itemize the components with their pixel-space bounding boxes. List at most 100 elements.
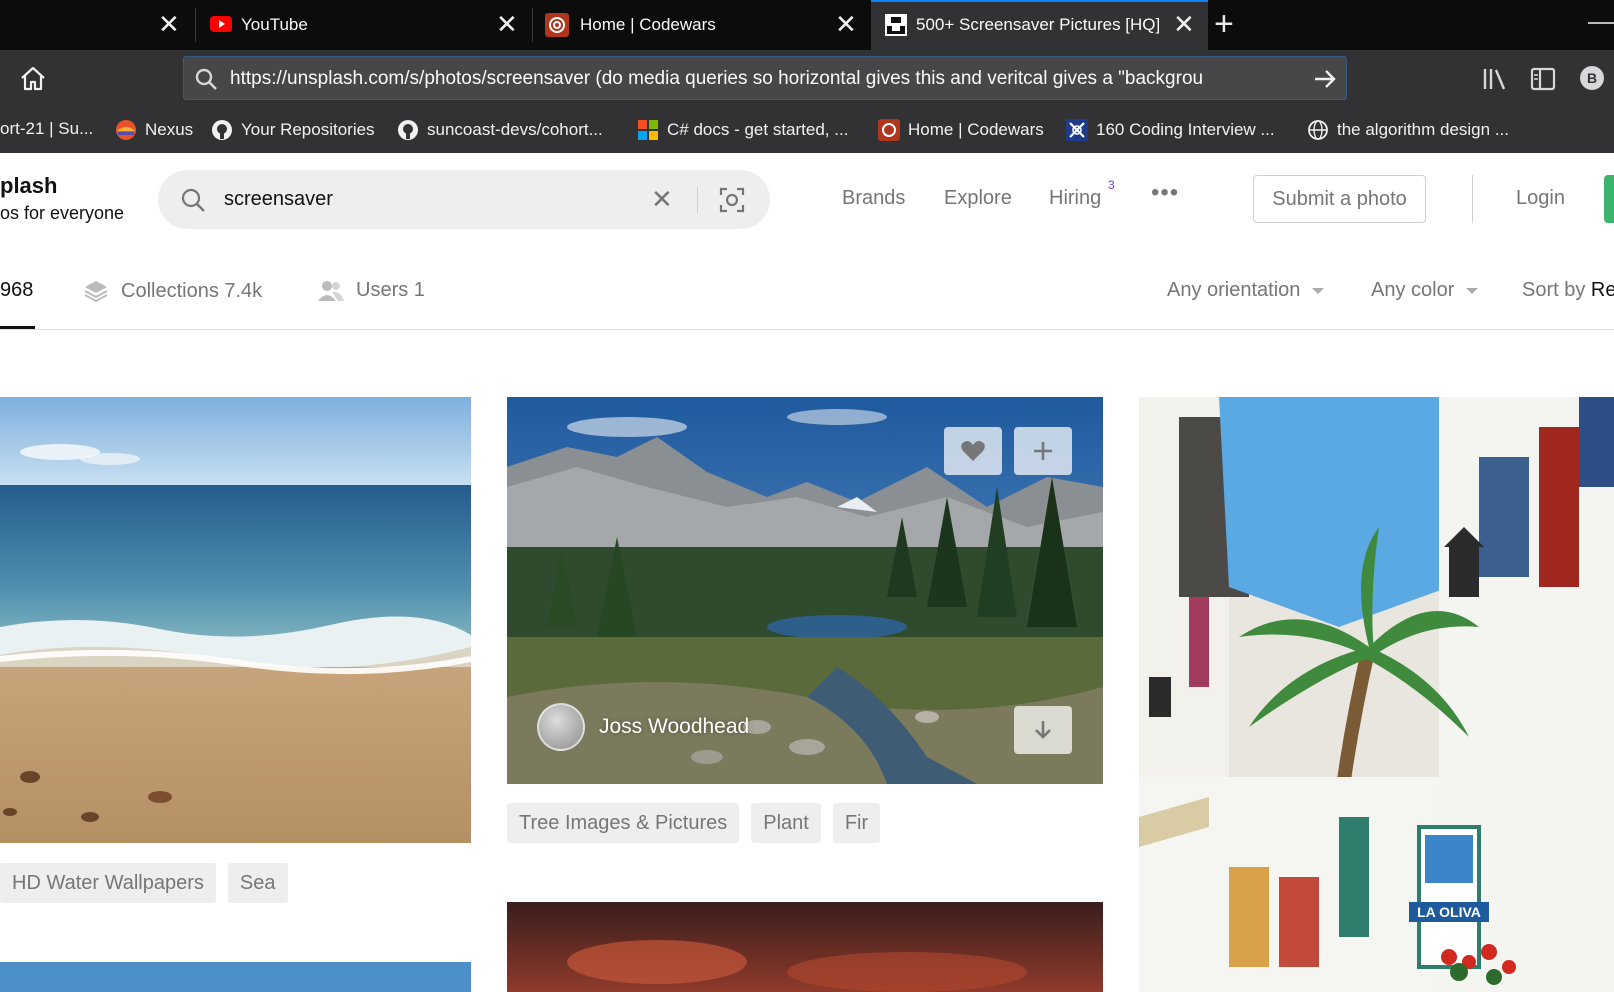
bookmark-item[interactable]: Home | Codewars — [878, 119, 1044, 141]
bookmark-label: suncoast-devs/cohort... — [427, 120, 603, 139]
close-icon[interactable]: ✕ — [158, 11, 180, 37]
sidebar-icon[interactable] — [1530, 67, 1556, 91]
tab-codewars[interactable]: Home | Codewars ✕ — [533, 0, 871, 50]
interview-icon — [1066, 119, 1088, 141]
author-name: Joss Woodhead — [599, 715, 750, 738]
bookmark-label: ort-21 | Su... — [0, 119, 94, 138]
bookmark-item[interactable]: C# docs - get started, ... — [637, 119, 848, 141]
download-button[interactable] — [1014, 706, 1072, 754]
codewars-icon — [878, 119, 900, 141]
add-to-collection-button[interactable] — [1014, 427, 1072, 475]
search-input[interactable]: screensaver — [224, 188, 333, 211]
bookmark-label: C# docs - get started, ... — [667, 120, 849, 139]
users-icon — [318, 280, 344, 301]
search-divider — [697, 187, 698, 213]
submit-photo-button[interactable]: Submit a photo — [1253, 175, 1426, 223]
tab-photos[interactable]: 968 — [0, 279, 33, 302]
orientation-filter[interactable]: Any orientation — [1167, 279, 1325, 302]
tab-label: 500+ Screensaver Pictures [HQ] — [916, 15, 1161, 34]
tag-chip[interactable]: Tree Images & Pictures — [507, 803, 740, 843]
photo-next[interactable] — [0, 962, 471, 992]
sort-filter[interactable]: Sort by Re — [1522, 279, 1614, 302]
bookmark-item[interactable]: Nexus — [115, 119, 193, 141]
home-icon[interactable] — [18, 63, 48, 93]
tab-users[interactable]: Users 1 — [318, 279, 425, 302]
search-box[interactable]: screensaver ✕ — [158, 170, 770, 229]
street-image: LA OLIVA — [1139, 397, 1614, 992]
nav-explore[interactable]: Explore — [944, 187, 1012, 210]
sort-prefix: Sort by — [1522, 279, 1586, 301]
collections-label: Collections 7.4k — [121, 279, 263, 302]
clear-icon[interactable]: ✕ — [651, 184, 673, 215]
brand-title[interactable]: plash — [0, 173, 57, 199]
tab-label: YouTube — [241, 15, 308, 34]
join-button[interactable] — [1604, 175, 1614, 223]
address-bar[interactable]: https://unsplash.com/s/photos/screensave… — [183, 56, 1347, 100]
tab-previous[interactable]: ✕ — [0, 0, 190, 50]
tag-chip[interactable]: Fir — [832, 803, 881, 843]
bookmark-item[interactable]: ort-21 | Su... — [0, 119, 93, 139]
tag-chip[interactable]: Plant — [751, 803, 821, 843]
more-menu-button[interactable]: ••• — [1151, 179, 1179, 207]
tag-chip[interactable]: HD Water Wallpapers — [0, 863, 216, 903]
tag-chip[interactable]: Sea — [227, 863, 288, 903]
shop-sign: LA OLIVA — [1417, 904, 1481, 920]
overflow-indicator — [1588, 22, 1614, 24]
login-link[interactable]: Login — [1516, 187, 1565, 210]
photo-mountains[interactable]: Joss Woodhead — [507, 397, 1103, 784]
profile-avatar[interactable]: B — [1580, 66, 1604, 90]
tab-collections[interactable]: Collections 7.4k — [83, 279, 262, 303]
bookmark-item[interactable]: suncoast-devs/cohort... — [397, 119, 603, 141]
nexus-icon — [116, 120, 136, 140]
plus-icon — [1034, 442, 1052, 460]
tab-youtube[interactable]: YouTube ✕ — [196, 0, 532, 50]
nav-brands[interactable]: Brands — [842, 187, 905, 210]
heart-icon — [961, 441, 985, 461]
close-icon[interactable]: ✕ — [835, 11, 857, 37]
sort-value: Re — [1590, 279, 1614, 301]
bookmarks-toolbar: ort-21 | Su... Nexus Your Repositories s… — [0, 107, 1614, 153]
download-arrow-icon — [1035, 721, 1051, 739]
close-icon[interactable]: ✕ — [1173, 11, 1195, 37]
github-icon — [398, 120, 418, 140]
bookmark-item[interactable]: Your Repositories — [211, 119, 375, 141]
bookmark-label: 160 Coding Interview ... — [1096, 120, 1275, 139]
bookmark-label: the algorithm design ... — [1337, 120, 1509, 139]
photo-sunset[interactable] — [507, 902, 1103, 992]
bookmark-item[interactable]: the algorithm design ... — [1307, 119, 1509, 141]
library-icon[interactable] — [1482, 67, 1508, 91]
like-button[interactable] — [944, 427, 1002, 475]
microsoft-icon — [638, 120, 658, 140]
visual-search-icon[interactable] — [718, 186, 746, 214]
tab-unsplash[interactable]: 500+ Screensaver Pictures [HQ] ✕ — [871, 0, 1208, 50]
photo-beach[interactable] — [0, 397, 471, 843]
search-icon[interactable] — [180, 187, 206, 213]
browser-nav-bar: https://unsplash.com/s/photos/screensave… — [0, 50, 1614, 107]
color-filter[interactable]: Any color — [1371, 279, 1479, 302]
new-tab-button[interactable]: + — [1214, 7, 1234, 41]
close-icon[interactable]: ✕ — [496, 11, 518, 37]
github-icon — [212, 120, 232, 140]
photo-street[interactable]: LA OLIVA — [1139, 397, 1614, 992]
globe-icon — [1308, 120, 1328, 140]
color-label: Any color — [1371, 279, 1455, 301]
header-divider — [1472, 175, 1473, 223]
photos-count: 968 — [0, 279, 34, 301]
nav-hiring[interactable]: Hiring — [1049, 187, 1101, 210]
bookmark-label: Your Repositories — [241, 120, 375, 139]
avatar — [537, 703, 585, 751]
brand-subtitle: os for everyone — [0, 203, 125, 223]
photo-author[interactable]: Joss Woodhead — [537, 703, 749, 751]
users-label: Users 1 — [356, 279, 425, 301]
active-tab-underline — [0, 326, 35, 329]
site-header: plash os for everyone screensaver ✕ Bran… — [0, 153, 1614, 245]
go-arrow-icon[interactable] — [1312, 66, 1338, 92]
bookmark-item[interactable]: 160 Coding Interview ... — [1066, 119, 1275, 141]
bookmark-label: Home | Codewars — [908, 120, 1044, 139]
bookmark-label: Nexus — [145, 120, 194, 139]
url-text[interactable]: https://unsplash.com/s/photos/screensave… — [230, 68, 1298, 90]
beach-image — [0, 397, 471, 843]
chevron-down-icon — [1466, 287, 1479, 294]
search-icon — [195, 68, 217, 90]
youtube-icon — [210, 16, 232, 32]
